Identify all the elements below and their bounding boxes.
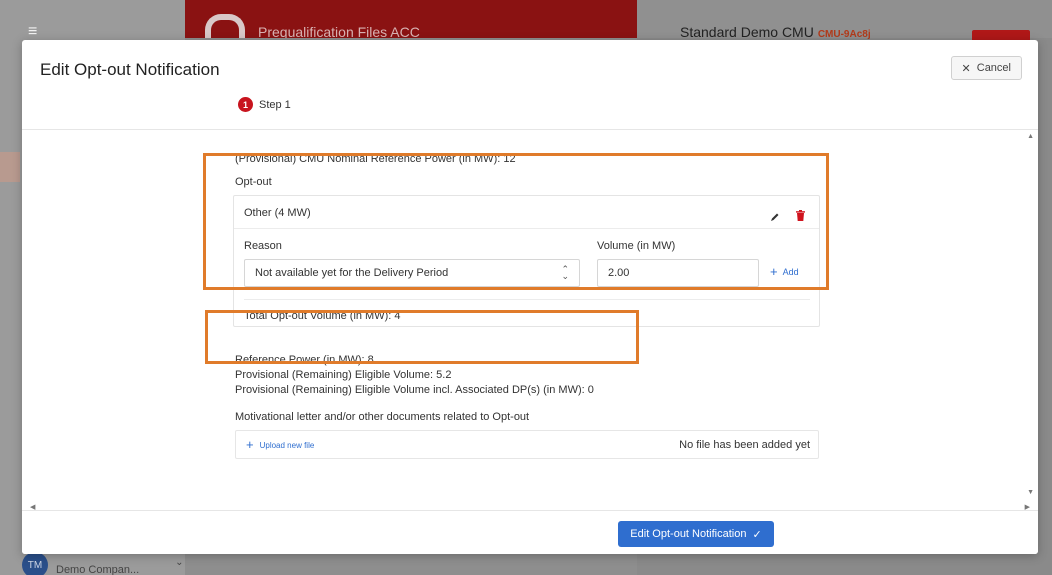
chevron-down-icon: ⌄ <box>175 556 184 568</box>
submit-label: Edit Opt-out Notification <box>630 528 747 540</box>
remaining-eligible-text: Provisional (Remaining) Eligible Volume:… <box>235 369 452 381</box>
step-label: Step 1 <box>259 98 291 111</box>
upload-label: Upload new file <box>259 440 315 450</box>
divider <box>244 299 810 300</box>
upload-area: + Upload new file No file has been added… <box>235 430 819 459</box>
modal-title: Edit Opt-out Notification <box>40 60 220 79</box>
edit-optout-modal: Edit Opt-out Notification ✕ Cancel 1 Ste… <box>22 40 1038 554</box>
no-file-text: No file has been added yet <box>679 439 810 451</box>
scroll-up-icon[interactable]: ▲ <box>1027 133 1034 140</box>
plus-icon: + <box>246 437 254 452</box>
edit-optout-submit-button[interactable]: Edit Opt-out Notification ✓ <box>618 521 774 547</box>
menu-icon[interactable]: ≡ <box>28 24 37 40</box>
sidebar-active-marker <box>0 152 20 182</box>
avatar: TM <box>22 552 48 575</box>
upload-file-button[interactable]: + Upload new file <box>246 437 315 452</box>
cmu-id: CMU-9Ac8j <box>817 29 871 40</box>
highlight-optout-section <box>203 153 829 290</box>
cancel-label: Cancel <box>976 62 1011 74</box>
highlight-eligible-volume <box>205 310 639 364</box>
remaining-eligible-dp-text: Provisional (Remaining) Eligible Volume … <box>235 384 594 396</box>
user-menu[interactable]: TM Demo Compan... ⌄ <box>22 552 184 575</box>
modal-footer: Edit Opt-out Notification ✓ <box>22 510 1038 554</box>
step-indicator: 1 Step 1 <box>238 97 291 112</box>
close-icon: ✕ <box>961 62 971 75</box>
cmu-name: Standard Demo CMU <box>680 24 814 40</box>
modal-header: Edit Opt-out Notification ✕ Cancel 1 Ste… <box>22 40 1038 130</box>
cancel-button[interactable]: ✕ Cancel <box>950 56 1022 80</box>
scroll-down-icon[interactable]: ▼ <box>1027 489 1034 496</box>
motivational-letter-label: Motivational letter and/or other documen… <box>235 411 530 423</box>
step-number-badge: 1 <box>238 97 253 112</box>
company-name: Demo Compan... <box>56 564 140 575</box>
check-icon: ✓ <box>752 528 762 541</box>
cmu-title: Standard Demo CMU CMU-9Ac8j <box>680 24 871 40</box>
